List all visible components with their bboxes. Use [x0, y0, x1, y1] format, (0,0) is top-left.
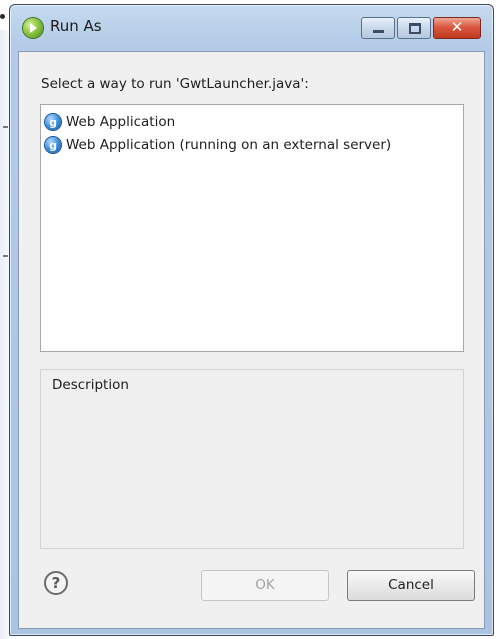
gwt-icon: g	[45, 137, 61, 153]
description-label: Description	[52, 377, 129, 393]
launch-option-list[interactable]: g Web Application g Web Application (run…	[40, 104, 464, 352]
list-item-web-application-external[interactable]: g Web Application (running on an externa…	[45, 134, 391, 156]
list-item-label: Web Application (running on an external …	[66, 137, 392, 153]
minimize-button[interactable]	[361, 17, 395, 39]
prompt-label: Select a way to run 'GwtLauncher.java':	[41, 76, 309, 92]
list-item-web-application[interactable]: g Web Application	[45, 111, 175, 133]
description-group: Description	[40, 369, 464, 549]
background-tick	[3, 126, 8, 128]
background-window-edge	[0, 30, 9, 639]
title-bar[interactable]: Run As ✕	[10, 5, 493, 51]
run-icon	[23, 18, 43, 38]
gwt-icon: g	[45, 114, 61, 130]
minimize-icon	[373, 30, 384, 33]
close-button[interactable]: ✕	[433, 17, 481, 39]
background-tick	[3, 255, 8, 257]
list-item-label: Web Application	[66, 114, 176, 130]
run-as-dialog: Run As ✕ Select a way to run 'GwtLaunche…	[9, 4, 494, 636]
maximize-icon	[409, 23, 421, 34]
help-icon[interactable]: ?	[44, 571, 68, 595]
maximize-button[interactable]	[397, 17, 431, 39]
background-bullet	[0, 14, 5, 19]
dialog-body: Select a way to run 'GwtLauncher.java': …	[18, 51, 485, 629]
close-icon: ✕	[450, 18, 464, 36]
ok-button[interactable]: OK	[201, 570, 329, 601]
cancel-button[interactable]: Cancel	[347, 570, 475, 601]
window-title: Run As	[50, 17, 102, 35]
